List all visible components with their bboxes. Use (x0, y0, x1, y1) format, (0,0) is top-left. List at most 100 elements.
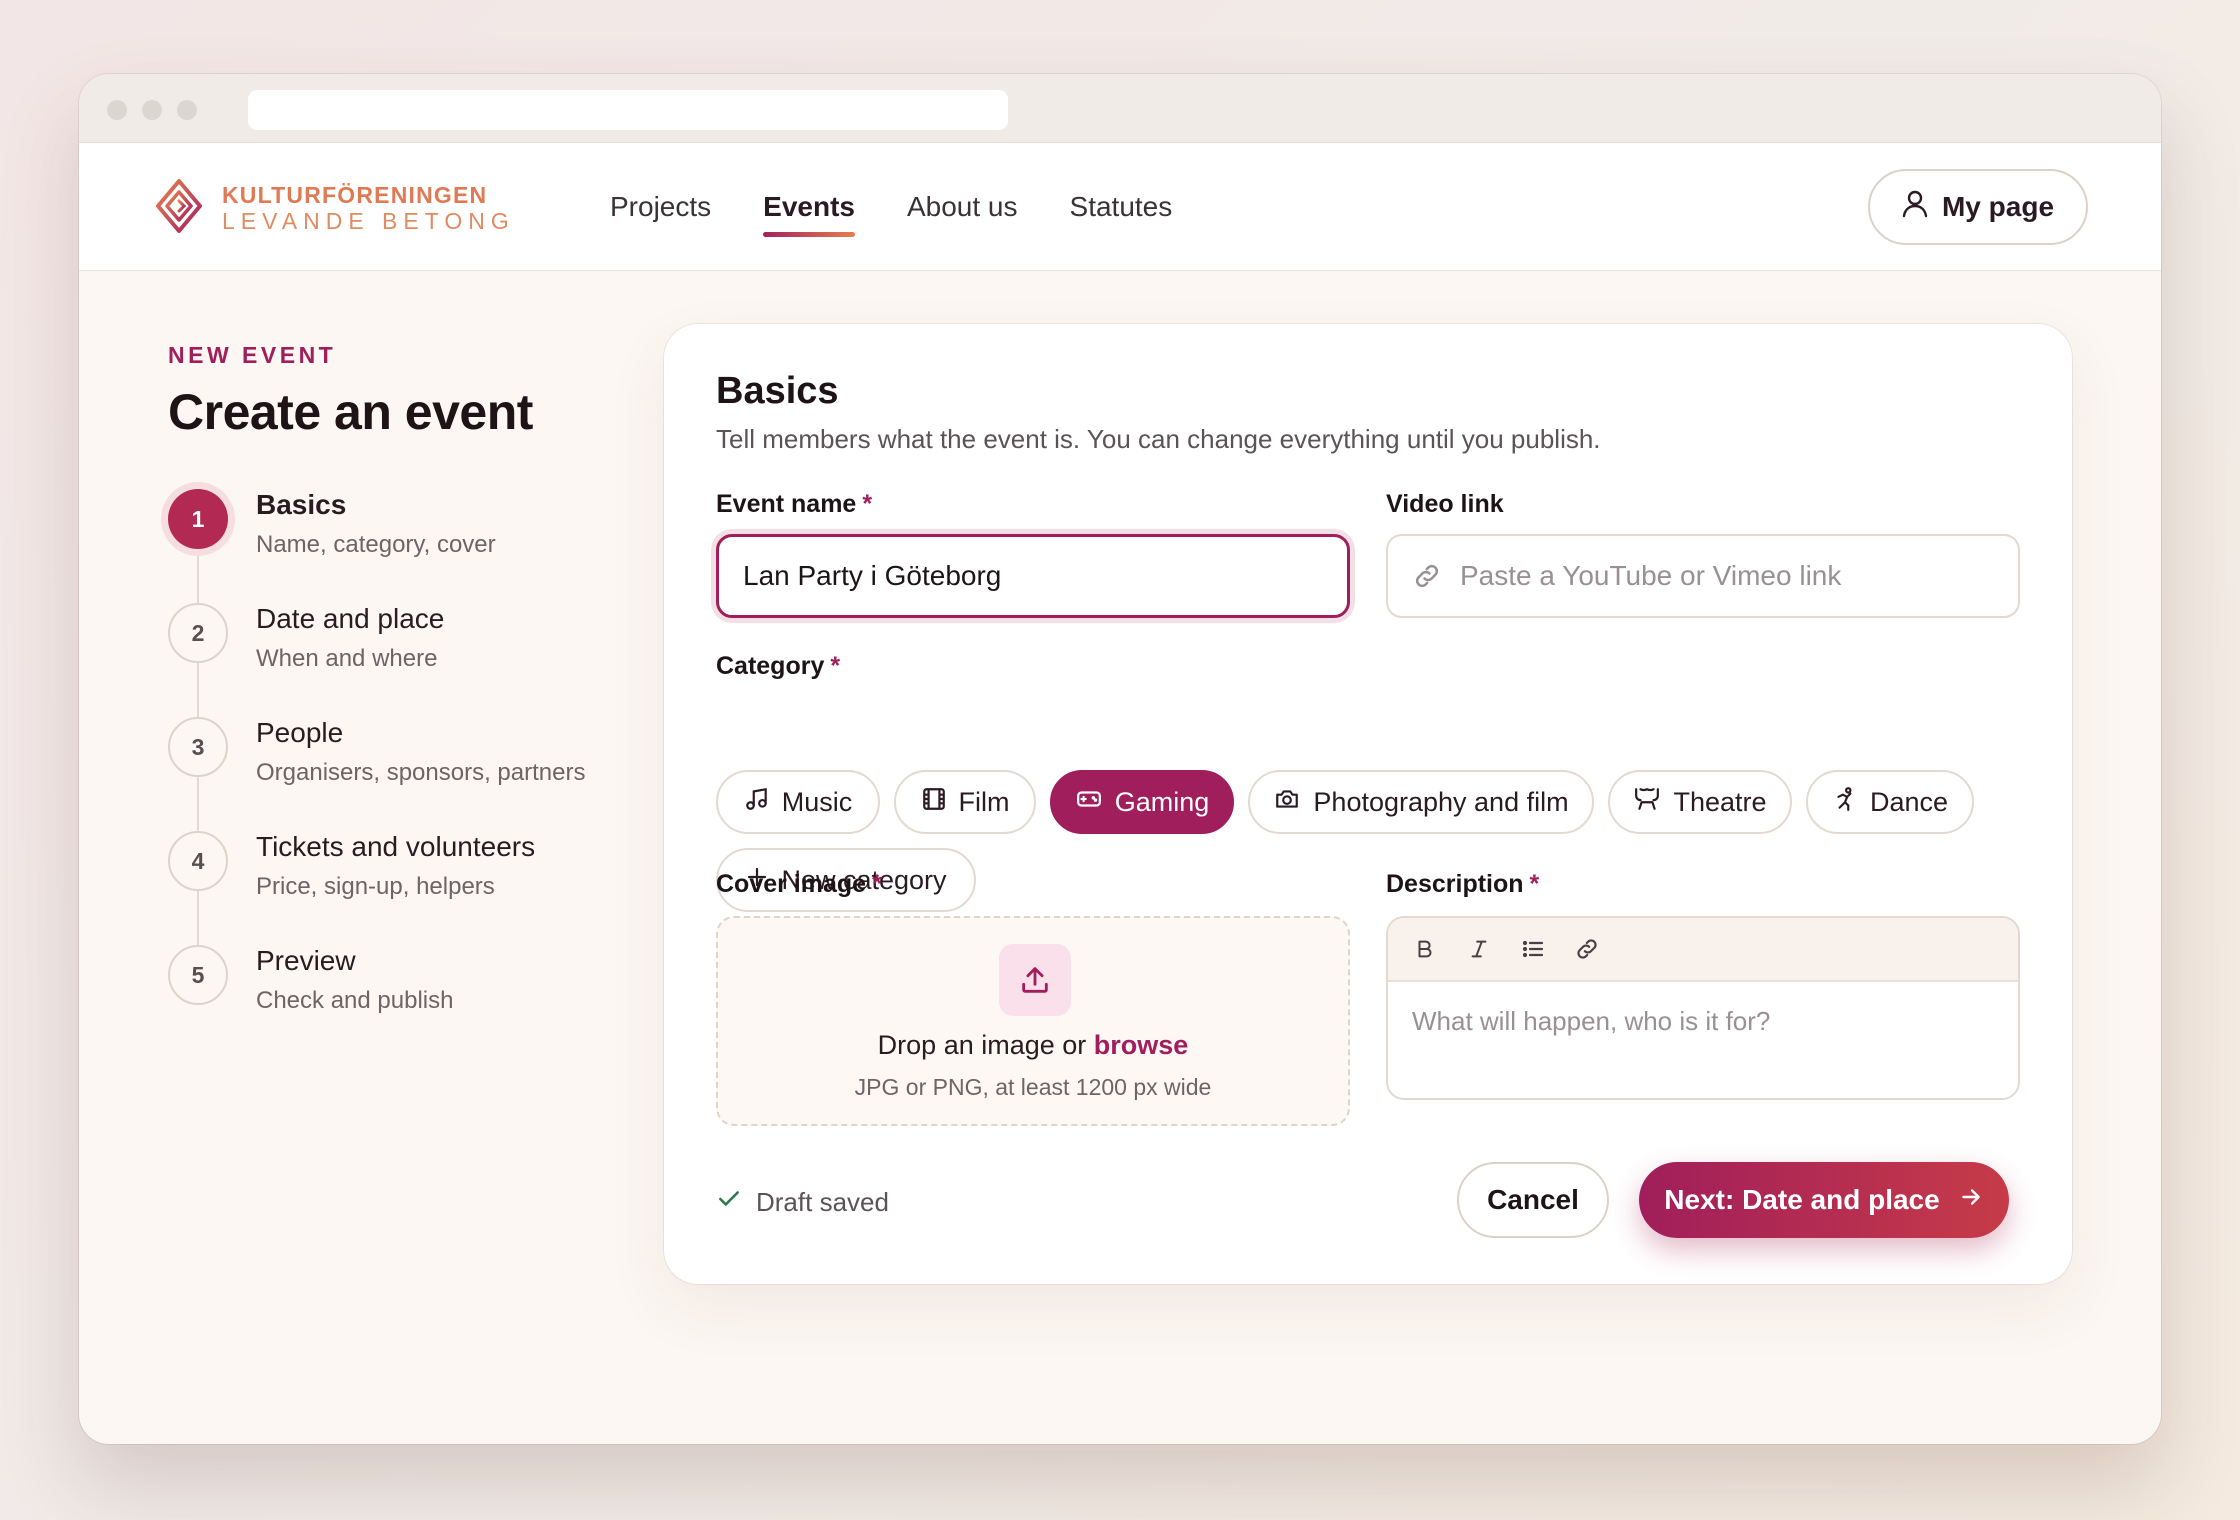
cover-image-label-text: Cover image (716, 870, 867, 898)
description-label-text: Description (1386, 870, 1524, 898)
step-title: Date and place (256, 603, 445, 634)
browse-link[interactable]: browse (1094, 1030, 1189, 1060)
my-page-button[interactable]: My page (1868, 169, 2088, 245)
step-connector (197, 777, 199, 831)
step-tickets-and-volunteers[interactable]: 4 Tickets and volunteers Price, sign-up,… (168, 831, 628, 945)
dropzone-hint: JPG or PNG, at least 1200 px wide (854, 1074, 1212, 1100)
chip-label: Dance (1869, 786, 1949, 817)
step-title: People (256, 717, 344, 748)
category-chip-theatre[interactable]: Theatre (1608, 770, 1792, 834)
step-connector (197, 663, 199, 717)
step-preview[interactable]: 5 Preview Check and publish (168, 945, 628, 1059)
basics-form-card: Basics Tell members what the event is. Y… (664, 324, 2072, 1284)
film-icon (921, 786, 947, 819)
chip-label: Gaming (1114, 786, 1210, 817)
description-label: Description * (1386, 870, 1539, 899)
page-eyebrow: NEW EVENT (168, 342, 337, 368)
step-date-and-place[interactable]: 2 Date and place When and where (168, 603, 628, 717)
music-note-icon (744, 786, 770, 819)
my-page-label: My page (1941, 191, 2055, 222)
event-name-label-text: Event name (716, 490, 857, 518)
category-label: Category * (716, 652, 840, 681)
check-icon (716, 1186, 742, 1219)
step-title: Tickets and volunteers (256, 831, 536, 862)
top-navigation: KULTURFÖRENINGEN LEVANDE BETONG Projects… (79, 143, 2161, 271)
description-input[interactable]: What will happen, who is it for? (1388, 982, 2018, 1061)
required-marker: * (862, 490, 873, 518)
address-bar[interactable] (248, 90, 1008, 130)
step-subtitle: When and where (256, 645, 438, 672)
logo-diamond-icon (156, 179, 202, 238)
arrow-right-icon (1958, 1184, 1984, 1217)
link-icon[interactable] (1572, 934, 1602, 964)
step-connector (197, 549, 199, 603)
brand-name-line1: KULTURFÖRENINGEN (222, 182, 488, 208)
window-maximize-dot[interactable] (177, 100, 197, 120)
section-subtitle: Tell members what the event is. You can … (716, 424, 1601, 454)
step-number: 2 (168, 603, 228, 663)
dropzone-text: Drop an image or browse (718, 1030, 1348, 1061)
description-editor: What will happen, who is it for? (1386, 916, 2020, 1100)
step-subtitle: Price, sign-up, helpers (256, 873, 495, 900)
step-number: 3 (168, 717, 228, 777)
video-link-input[interactable]: Paste a YouTube or Vimeo link (1386, 534, 2020, 618)
window-minimize-dot[interactable] (142, 100, 162, 120)
section-title: Basics (716, 370, 839, 412)
step-title: Basics (256, 489, 347, 520)
cancel-button[interactable]: Cancel (1457, 1162, 1609, 1238)
page-title: Create an event (168, 384, 533, 440)
step-people[interactable]: 3 People Organisers, sponsors, partners (168, 717, 628, 831)
theatre-icon (1633, 786, 1661, 819)
gamepad-icon (1075, 786, 1103, 819)
category-chip-music[interactable]: Music (716, 770, 880, 834)
category-chip-dance[interactable]: Dance (1806, 770, 1974, 834)
cover-image-label: Cover image * (716, 870, 882, 899)
nav-projects[interactable]: Projects (610, 191, 711, 223)
step-subtitle: Check and publish (256, 987, 454, 1014)
bold-icon[interactable] (1410, 934, 1440, 964)
step-subtitle: Organisers, sponsors, partners (256, 759, 586, 786)
video-link-label: Video link (1386, 490, 1504, 518)
brand-logo[interactable]: KULTURFÖRENINGEN LEVANDE BETONG (156, 179, 515, 238)
step-basics[interactable]: 1 Basics Name, category, cover (168, 489, 628, 603)
main-nav: Projects Events About us Statutes (610, 143, 1172, 271)
nav-statutes[interactable]: Statutes (1070, 191, 1173, 223)
camera-icon (1273, 786, 1301, 819)
step-subtitle: Name, category, cover (256, 531, 496, 558)
required-marker: * (1529, 870, 1540, 898)
brand-name-line2: LEVANDE BETONG (222, 208, 515, 234)
required-marker: * (830, 652, 841, 680)
upload-icon (999, 944, 1071, 1016)
link-icon (1412, 561, 1442, 591)
step-number: 4 (168, 831, 228, 891)
window-close-dot[interactable] (107, 100, 127, 120)
category-chip-photography-and-film[interactable]: Photography and film (1248, 770, 1594, 834)
editor-toolbar (1388, 918, 2018, 982)
chip-label: Theatre (1673, 786, 1767, 817)
dropzone-instruction: Drop an image or (877, 1030, 1087, 1060)
user-icon (1902, 190, 1928, 225)
nav-events[interactable]: Events (763, 191, 855, 237)
italic-icon[interactable] (1464, 934, 1494, 964)
event-name-input[interactable]: Lan Party i Göteborg (716, 534, 1350, 618)
event-name-value: Lan Party i Göteborg (743, 560, 1002, 591)
cover-image-dropzone[interactable]: Drop an image or browse JPG or PNG, at l… (716, 916, 1350, 1126)
step-number: 1 (168, 489, 228, 549)
dance-icon (1832, 786, 1858, 819)
browser-chrome (79, 74, 2161, 143)
step-connector (197, 891, 199, 945)
category-label-text: Category (716, 652, 825, 680)
nav-about-us[interactable]: About us (907, 191, 1018, 223)
next-button[interactable]: Next: Date and place (1639, 1162, 2009, 1238)
bullet-list-icon[interactable] (1518, 934, 1548, 964)
chip-label: Music (781, 786, 853, 817)
video-link-placeholder: Paste a YouTube or Vimeo link (1460, 560, 1842, 591)
browser-window: KULTURFÖRENINGEN LEVANDE BETONG Projects… (79, 74, 2161, 1444)
category-chip-film[interactable]: Film (894, 770, 1036, 834)
step-number: 5 (168, 945, 228, 1005)
chip-label: Film (958, 786, 1010, 817)
next-button-label: Next: Date and place (1664, 1184, 1940, 1215)
event-name-label: Event name * (716, 490, 872, 519)
step-title: Preview (256, 945, 356, 976)
category-chip-gaming[interactable]: Gaming (1050, 770, 1234, 834)
